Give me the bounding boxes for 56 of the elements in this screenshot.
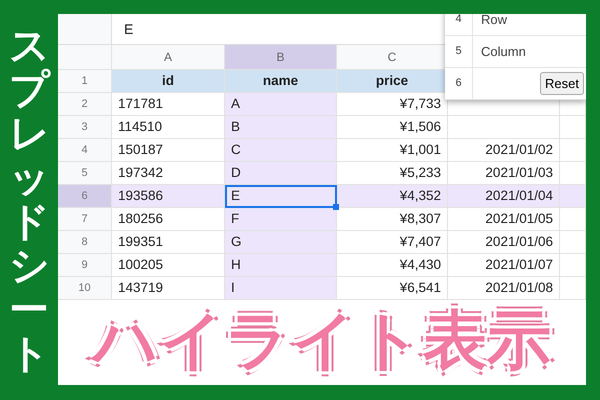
row-header[interactable]: 4 (58, 139, 112, 162)
table-cell: ¥8,307 (337, 208, 448, 231)
row-header[interactable]: 1 (58, 70, 112, 93)
row-header[interactable]: 6 (58, 185, 112, 208)
table-cell: ¥4,430 (337, 254, 448, 277)
table-cell: id (112, 70, 225, 93)
table-cell: F (225, 208, 337, 231)
table-cell (560, 116, 586, 139)
row-header[interactable]: 9 (58, 254, 112, 277)
table-cell: 2021/01/08 (448, 277, 560, 300)
vertical-title: スプレッドシート (9, 24, 49, 376)
table-cell (560, 277, 586, 300)
row-header[interactable]: 3 (58, 116, 112, 139)
row-header[interactable]: 8 (58, 231, 112, 254)
table-cell: 2021/01/07 (448, 254, 560, 277)
row-number: 5 (445, 36, 473, 68)
table-cell: B (225, 116, 337, 139)
table-cell: G (225, 231, 337, 254)
row-header[interactable]: 10 (58, 277, 112, 300)
row-header[interactable]: 7 (58, 208, 112, 231)
table-cell: price (337, 70, 448, 93)
table-cell: 193586 (112, 185, 225, 208)
column-header[interactable]: A (112, 45, 225, 70)
fill-handle[interactable] (333, 204, 339, 210)
table-cell: 2021/01/02 (448, 139, 560, 162)
panel-label: Row (473, 14, 586, 36)
table-cell: ¥1,506 (337, 116, 448, 139)
table-cell: ¥7,407 (337, 231, 448, 254)
row-number: 6 (445, 68, 473, 100)
table-cell: name (225, 70, 337, 93)
table-cell: 2021/01/06 (448, 231, 560, 254)
table-cell (560, 254, 586, 277)
row-number: 4 (445, 14, 473, 36)
table-cell (560, 185, 586, 208)
table-cell: ¥6,541 (337, 277, 448, 300)
table-cell: ¥4,352 (337, 185, 448, 208)
panel-label: Column (473, 36, 586, 68)
table-cell: E (225, 185, 337, 208)
table-cell: A (225, 93, 337, 116)
table-cell: I (225, 277, 337, 300)
formula-bar-value[interactable]: E (112, 18, 134, 40)
reset-button[interactable]: Reset (540, 72, 584, 96)
table-cell: H (225, 254, 337, 277)
column-header[interactable]: C (337, 45, 448, 70)
table-cell: 2021/01/04 (448, 185, 560, 208)
table-cell (560, 231, 586, 254)
table-cell (560, 139, 586, 162)
column-header[interactable]: B (225, 45, 337, 70)
row-header[interactable]: 5 (58, 162, 112, 185)
table-cell: 2021/01/05 (448, 208, 560, 231)
name-box[interactable] (58, 14, 112, 44)
table-cell (560, 208, 586, 231)
table-cell: C (225, 139, 337, 162)
table-cell: D (225, 162, 337, 185)
row-header[interactable]: 2 (58, 93, 112, 116)
table-cell: ¥1,001 (337, 139, 448, 162)
